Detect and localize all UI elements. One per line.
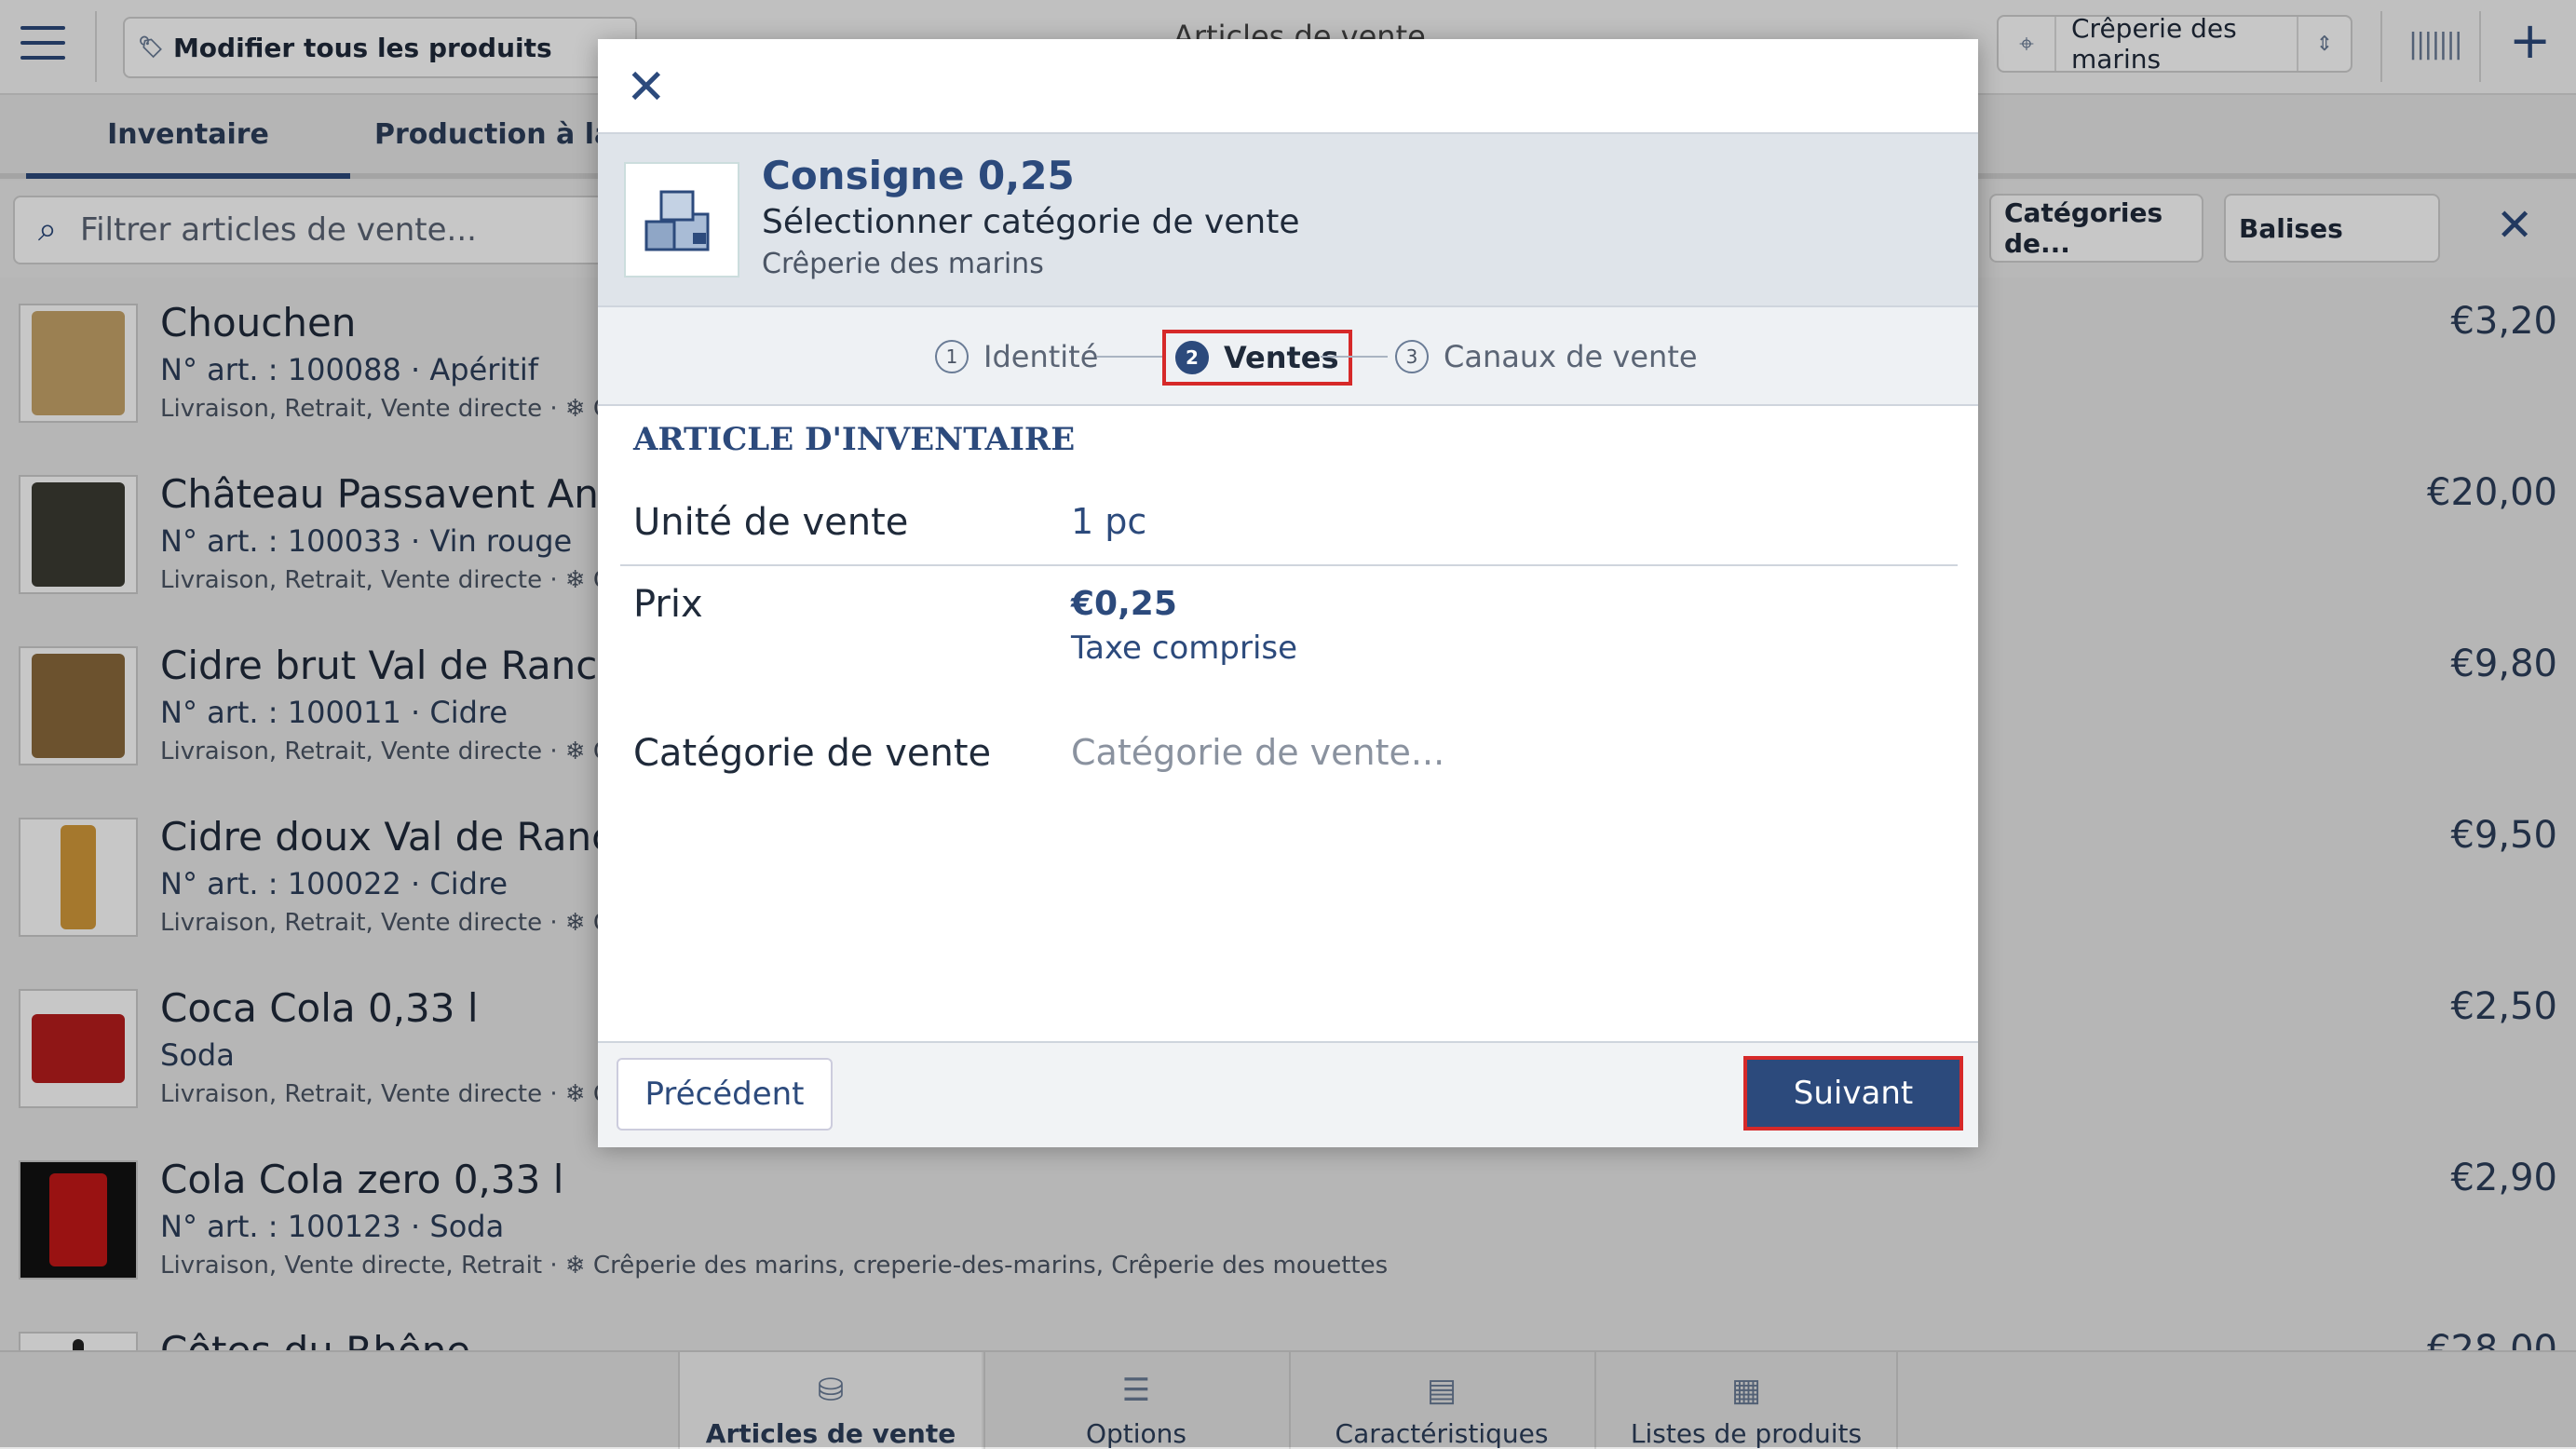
category-input[interactable]: Catégorie de vente... — [1071, 732, 1444, 773]
step-identite[interactable]: 1 Identité — [935, 332, 1098, 382]
dialog-location: Crêperie des marins — [762, 248, 1044, 280]
price-tax-note: Taxe comprise — [1071, 630, 1298, 667]
dialog-header: Consigne 0,25 Sélectionner catégorie de … — [598, 132, 1978, 307]
dialog-footer: Précédent Suivant — [598, 1041, 1978, 1147]
step-label: Identité — [983, 339, 1099, 374]
section-heading: ARTICLE D'INVENTAIRE — [633, 421, 1076, 458]
create-product-dialog: ✕ Consigne 0,25 Sélectionner catégorie d… — [598, 39, 1978, 1147]
step-connector — [1097, 356, 1164, 358]
close-icon[interactable]: ✕ — [626, 60, 667, 115]
step-number: 3 — [1395, 340, 1429, 373]
step-label: Canaux de vente — [1444, 339, 1698, 374]
step-canaux-de-vente[interactable]: 3 Canaux de vente — [1395, 332, 1698, 382]
dialog-subtitle: Sélectionner catégorie de vente — [762, 203, 1300, 241]
step-number: 1 — [935, 340, 969, 373]
step-ventes[interactable]: 2 Ventes — [1162, 330, 1352, 386]
category-label: Catégorie de vente — [633, 732, 992, 775]
price-label: Prix — [633, 583, 703, 626]
boxes-icon — [624, 162, 739, 278]
price-value[interactable]: €0,25 — [1071, 585, 1177, 623]
divider — [620, 564, 1958, 566]
previous-button[interactable]: Précédent — [617, 1058, 833, 1131]
dialog-title: Consigne 0,25 — [762, 153, 1075, 198]
stepper: 1 Identité 2 Ventes 3 Canaux de vente — [598, 305, 1978, 406]
step-connector — [1321, 356, 1388, 358]
step-number: 2 — [1175, 341, 1209, 374]
unit-label: Unité de vente — [633, 501, 909, 544]
step-label: Ventes — [1224, 340, 1339, 375]
unit-value[interactable]: 1 pc — [1071, 501, 1146, 542]
next-button[interactable]: Suivant — [1743, 1056, 1963, 1131]
